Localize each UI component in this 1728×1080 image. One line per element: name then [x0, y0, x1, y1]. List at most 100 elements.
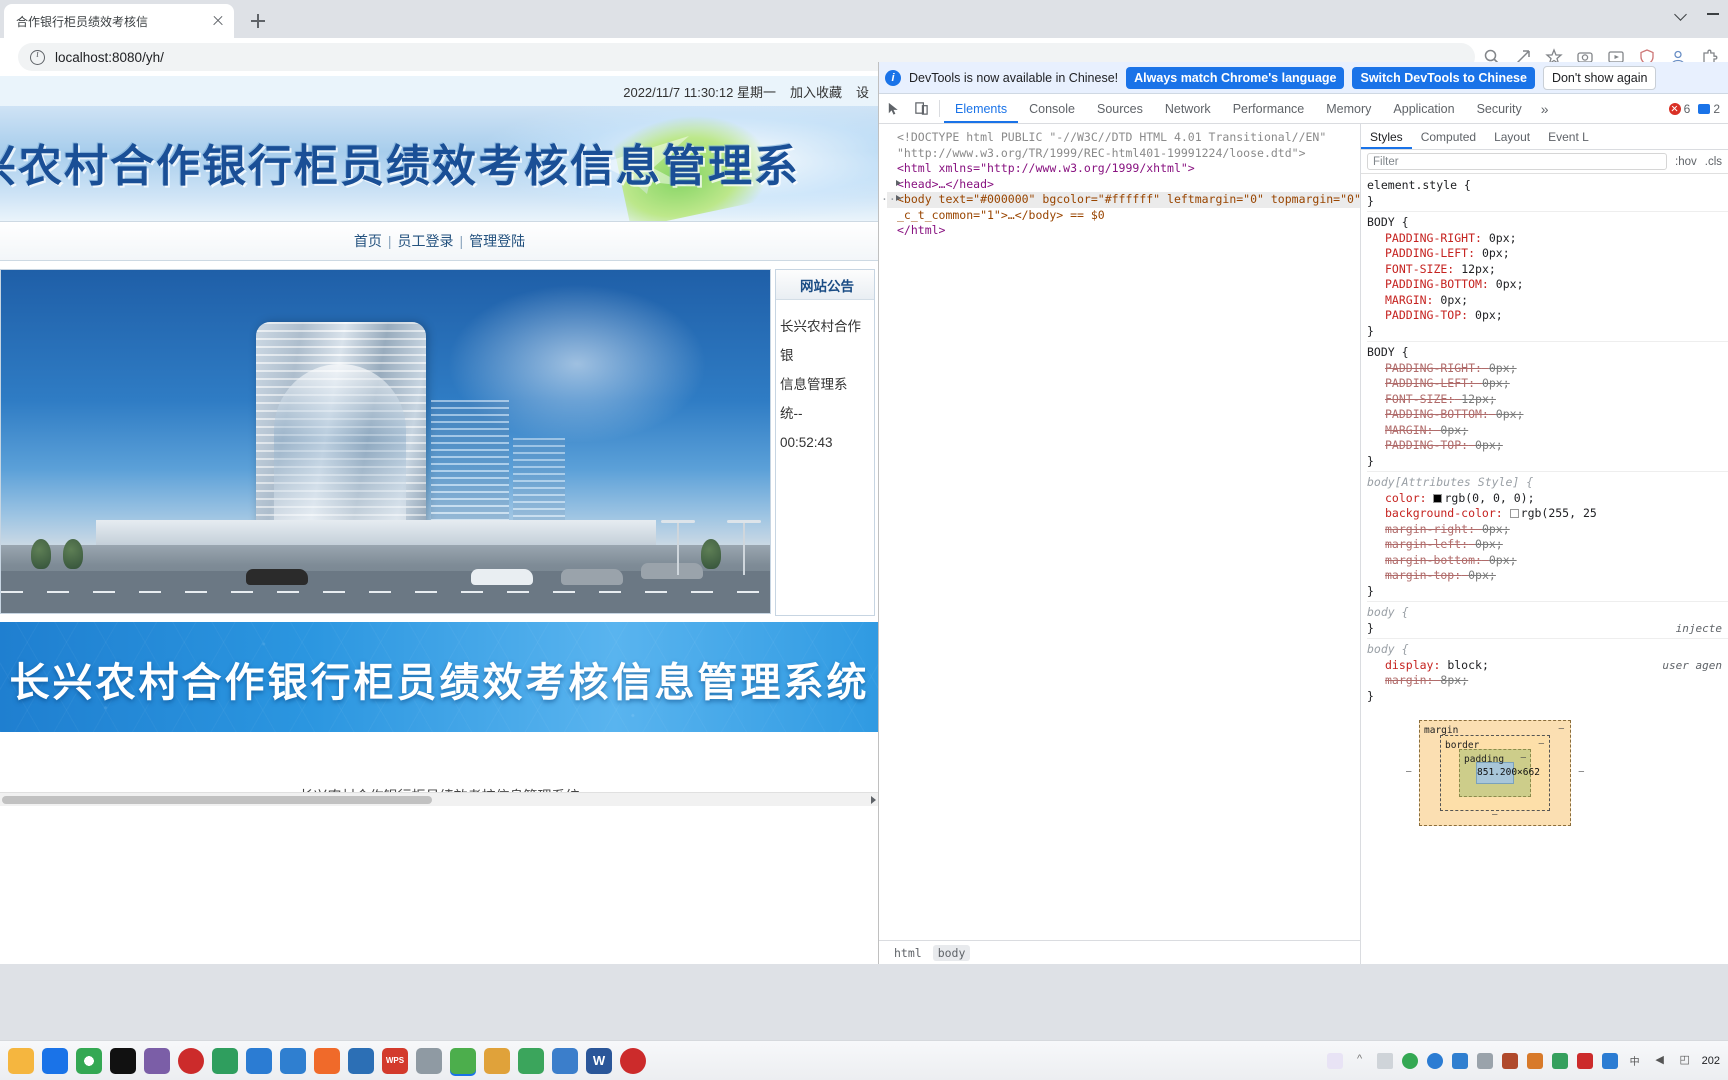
device-toolbar-icon[interactable] [907, 94, 935, 123]
css-declaration[interactable]: PADDING-TOP: 0px; [1367, 308, 1728, 324]
nav-item-admin-login[interactable]: 管理登陆 [463, 231, 531, 251]
word-icon[interactable]: W [586, 1048, 612, 1074]
css-declaration[interactable]: MARGIN: 0px; [1367, 293, 1728, 309]
page-horizontal-scrollbar[interactable] [0, 792, 879, 806]
message-counter[interactable]: 2 [1698, 102, 1720, 116]
box-model-padding[interactable]: padding – 851.200×662 [1459, 749, 1531, 797]
nav-item-home[interactable]: 首页 [348, 231, 388, 251]
tab-console[interactable]: Console [1018, 94, 1086, 123]
styles-rules[interactable]: element.style { } BODY { PADDING-RIGHT: … [1361, 174, 1728, 964]
opera-icon[interactable] [620, 1048, 646, 1074]
scroll-right-arrow[interactable] [871, 796, 876, 804]
tab-memory[interactable]: Memory [1315, 94, 1382, 123]
css-value[interactable]: 0px; [1482, 246, 1510, 260]
ime-icon[interactable]: 中 [1627, 1053, 1643, 1069]
chrome-icon[interactable] [76, 1048, 102, 1074]
css-value[interactable]: rgb(0, 0, 0); [1444, 491, 1534, 505]
css-selector[interactable]: BODY { [1367, 345, 1728, 361]
wps-icon[interactable]: WPS [382, 1048, 408, 1074]
tab-security[interactable]: Security [1466, 94, 1533, 123]
css-declaration[interactable]: PADDING-BOTTOM: 0px; [1367, 407, 1728, 423]
hov-toggle[interactable]: :hov [1675, 156, 1697, 168]
css-value[interactable]: 0px; [1496, 407, 1524, 421]
css-declaration[interactable]: PADDING-RIGHT: 0px; [1367, 361, 1728, 377]
css-value[interactable]: 0px; [1489, 231, 1517, 245]
blue-icon[interactable] [1602, 1053, 1618, 1069]
refresh-icon[interactable] [212, 1048, 238, 1074]
tab-sources[interactable]: Sources [1086, 94, 1154, 123]
tab-application[interactable]: Application [1382, 94, 1465, 123]
dont-show-again-button[interactable]: Don't show again [1543, 66, 1657, 90]
shield-green-icon[interactable] [1552, 1053, 1568, 1069]
css-source[interactable]: injecte [1676, 621, 1722, 637]
css-value[interactable]: 0px; [1489, 361, 1517, 375]
always-match-language-button[interactable]: Always match Chrome's language [1126, 67, 1344, 89]
css-value[interactable]: 0px; [1468, 568, 1496, 582]
nav-item-staff-login[interactable]: 员工登录 [392, 231, 460, 251]
tab-layout[interactable]: Layout [1485, 124, 1539, 149]
volume-icon[interactable]: ◀ [1652, 1053, 1668, 1069]
dom-tree[interactable]: <!DOCTYPE html PUBLIC "-//W3C//DTD HTML … [879, 124, 1360, 940]
css-selector[interactable]: BODY { [1367, 215, 1728, 231]
dom-line-body-selected[interactable]: ···<body text="#000000" bgcolor="#ffffff… [887, 192, 1360, 208]
send-icon[interactable] [1452, 1053, 1468, 1069]
tab-event-listeners[interactable]: Event L [1539, 124, 1598, 149]
switch-devtools-language-button[interactable]: Switch DevTools to Chinese [1352, 67, 1534, 89]
cls-toggle[interactable]: .cls [1705, 156, 1722, 168]
color-swatch-icon[interactable] [1510, 509, 1519, 518]
grid-icon[interactable] [1477, 1053, 1493, 1069]
network-icon[interactable]: ◰ [1677, 1053, 1693, 1069]
css-value[interactable]: rgb(255, 25 [1521, 506, 1597, 520]
breadcrumb-html[interactable]: html [889, 945, 927, 961]
css-declaration[interactable]: margin-left: 0px; [1367, 537, 1728, 553]
margin-top-value[interactable]: – [1559, 722, 1564, 738]
notification-icon[interactable] [1327, 1053, 1343, 1069]
circle-blue-icon[interactable] [1427, 1053, 1443, 1069]
css-declaration[interactable]: PADDING-LEFT: 0px; [1367, 376, 1728, 392]
styles-filter-input[interactable]: Filter [1367, 153, 1667, 170]
more-tabs-icon[interactable]: » [1533, 94, 1557, 123]
minimize-icon[interactable] [1706, 6, 1720, 20]
css-declaration[interactable]: FONT-SIZE: 12px; [1367, 392, 1728, 408]
css-declaration[interactable]: margin-right: 0px; [1367, 522, 1728, 538]
css-selector[interactable]: body[Attributes Style] { [1367, 475, 1728, 491]
css-value[interactable]: 12px; [1461, 392, 1496, 406]
inspect-element-icon[interactable] [879, 94, 907, 123]
padding-top-value[interactable]: – [1521, 751, 1526, 767]
css-value[interactable]: 0px; [1440, 423, 1468, 437]
css-declaration[interactable]: margin: 8px; [1367, 673, 1728, 689]
color-swatch-icon[interactable] [1433, 494, 1442, 503]
browser-active-icon[interactable] [450, 1048, 476, 1074]
css-selector[interactable]: body { [1367, 642, 1728, 658]
margin-right-value[interactable]: – [1579, 765, 1584, 781]
breadcrumb-body[interactable]: body [933, 945, 971, 961]
css-declaration[interactable]: FONT-SIZE: 12px; [1367, 262, 1728, 278]
palette-icon[interactable] [518, 1048, 544, 1074]
scrollbar-thumb[interactable] [2, 796, 432, 804]
box-icon[interactable] [1502, 1053, 1518, 1069]
css-value[interactable]: 0px; [1475, 308, 1503, 322]
border-top-value[interactable]: – [1539, 737, 1544, 753]
css-declaration[interactable]: margin-bottom: 0px; [1367, 553, 1728, 569]
css-declaration[interactable]: margin-top: 0px; [1367, 568, 1728, 584]
dot-green-icon[interactable] [1402, 1053, 1418, 1069]
add-favorite-link[interactable]: 加入收藏 [790, 82, 842, 101]
editor-icon[interactable] [144, 1048, 170, 1074]
globe-icon[interactable] [552, 1048, 578, 1074]
dom-line-head[interactable]: <head>…</head> [887, 177, 1360, 193]
expand-triangle-icon[interactable] [896, 180, 901, 186]
expand-triangle-icon[interactable] [896, 195, 901, 201]
qq-icon[interactable] [110, 1048, 136, 1074]
css-selector[interactable]: element.style { [1367, 178, 1728, 194]
css-declaration[interactable]: color: rgb(0, 0, 0); [1367, 491, 1728, 507]
css-value[interactable]: 0px; [1489, 553, 1517, 567]
css-declaration[interactable]: background-color: rgb(255, 25 [1367, 506, 1728, 522]
chart-icon[interactable] [484, 1048, 510, 1074]
close-icon[interactable] [210, 13, 226, 29]
css-value[interactable]: 0px; [1482, 522, 1510, 536]
css-value[interactable]: 12px; [1461, 262, 1496, 276]
css-value[interactable]: 0px; [1475, 438, 1503, 452]
css-declaration[interactable]: PADDING-TOP: 0px; [1367, 438, 1728, 454]
red-icon[interactable] [1577, 1053, 1593, 1069]
margin-left-value[interactable]: – [1406, 765, 1411, 781]
